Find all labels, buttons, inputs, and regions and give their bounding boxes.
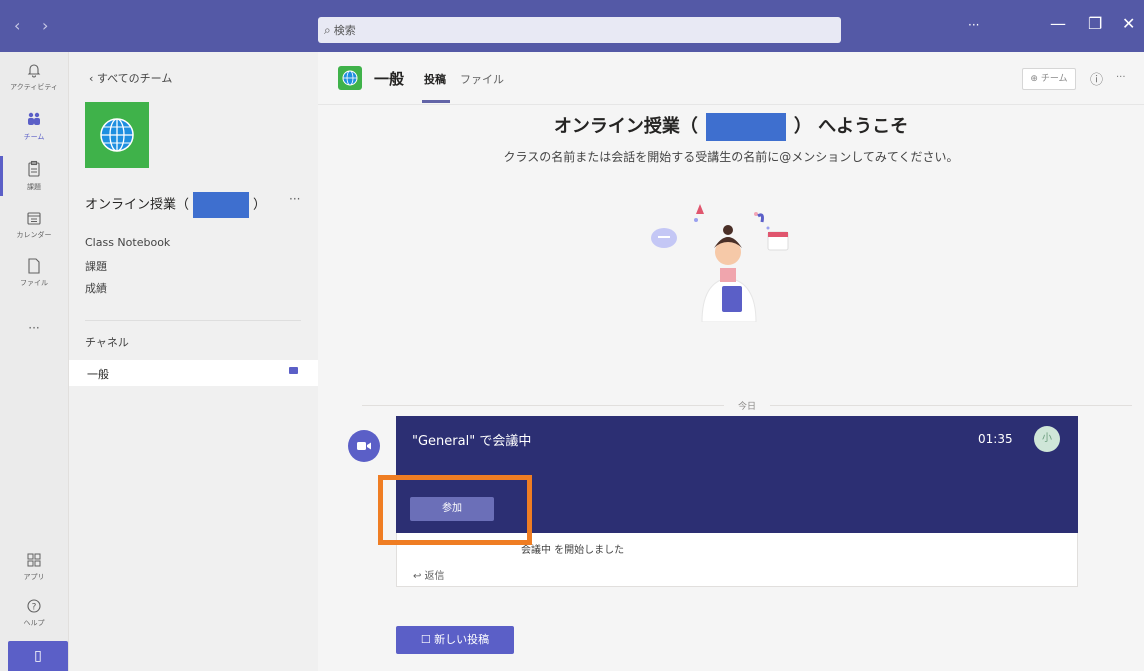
maximize-icon[interactable]: ❐ — [1088, 14, 1102, 33]
tab-posts[interactable]: 投稿 — [424, 71, 446, 87]
date-separator: 今日 — [362, 398, 1132, 412]
assignments-link[interactable]: 課題 — [85, 258, 107, 274]
more-options-icon[interactable]: ··· — [968, 18, 979, 32]
main-content: 一般 投稿 ファイル ⊕ チーム ⓘ ··· オンライン授業（ ） へようこそ ク… — [318, 52, 1144, 671]
team-name[interactable]: オンライン授業（ ） — [85, 192, 266, 218]
all-teams-link[interactable]: ‹ すべてのチーム — [89, 70, 172, 86]
redacted-block — [193, 192, 250, 218]
divider — [85, 320, 301, 321]
close-icon[interactable]: ✕ — [1122, 14, 1135, 33]
rail-item-activity[interactable]: アクティビティ — [0, 62, 68, 92]
rail-label-calendar: カレンダー — [16, 231, 52, 239]
reply-link[interactable]: ↩ 返信 — [413, 567, 445, 582]
info-icon[interactable]: ⓘ — [1090, 69, 1103, 88]
team-button[interactable]: ⊕ チーム — [1022, 68, 1076, 90]
video-camera-icon — [357, 442, 371, 450]
channels-section-label: チャネル — [85, 336, 129, 349]
download-app-button[interactable]: ▯ — [8, 641, 68, 671]
search-icon: ⌕ — [324, 23, 331, 37]
team-name-suffix: ） — [253, 197, 267, 213]
team-name-prefix: オンライン授業（ — [85, 197, 190, 213]
app-rail: アクティビティ チーム 課題 カレンダー ファイル ··· アプリ ? ヘルプ … — [0, 52, 69, 671]
rail-label-activity: アクティビティ — [10, 83, 58, 91]
team-avatar — [85, 102, 149, 168]
meeting-title: "General" で会議中 — [412, 434, 532, 449]
meeting-timer: 01:35 — [978, 432, 1013, 446]
channel-name: 一般 — [87, 368, 109, 381]
title-bar: ‹ › ⌕ 検索 ··· — ❐ ✕ — [0, 0, 1144, 52]
team-more-options-icon[interactable]: ··· — [289, 192, 300, 206]
tab-files[interactable]: ファイル — [460, 71, 504, 87]
welcome-title-prefix: オンライン授業（ — [553, 116, 698, 137]
participant-avatar[interactable]: 小 — [1034, 426, 1060, 452]
team-button-label: チーム — [1040, 74, 1068, 84]
channel-more-options-icon[interactable]: ··· — [1116, 72, 1126, 83]
rail-item-calendar[interactable]: カレンダー — [0, 210, 68, 240]
calendar-icon — [0, 210, 68, 231]
rail-label-assignments: 課題 — [27, 183, 41, 191]
svg-text:?: ? — [32, 603, 37, 613]
highlight-box — [378, 475, 532, 545]
rail-item-help[interactable]: ? ヘルプ — [0, 598, 68, 628]
files-icon — [0, 258, 68, 279]
compose-icon: ☐ — [420, 633, 435, 646]
redacted-block — [705, 113, 786, 141]
channel-title: 一般 — [374, 70, 405, 88]
rail-item-apps[interactable]: アプリ — [0, 552, 68, 582]
rail-item-teams[interactable]: チーム — [0, 110, 68, 142]
rail-label-files: ファイル — [20, 279, 48, 287]
new-post-label: 新しい投稿 — [434, 633, 490, 646]
welcome-subtitle: クラスの名前または会話を開始する受講生の名前に@メンションしてみてください。 — [503, 150, 959, 164]
back-arrow-icon[interactable]: ‹ — [14, 16, 20, 35]
grades-link[interactable]: 成績 — [85, 280, 107, 296]
bell-icon — [0, 62, 68, 83]
new-post-button[interactable]: ☐ 新しい投稿 — [396, 626, 514, 654]
more-icon: ··· — [28, 321, 40, 335]
minimize-icon[interactable]: — — [1050, 14, 1066, 33]
forward-arrow-icon[interactable]: › — [42, 16, 48, 35]
meeting-camera-icon — [289, 367, 298, 374]
team-panel: ‹ すべてのチーム オンライン授業（ ） ··· Class Notebook 課… — [69, 52, 318, 671]
welcome-title: オンライン授業（ ） へようこそ — [318, 112, 1144, 141]
search-input[interactable]: ⌕ 検索 — [318, 17, 841, 43]
rail-item-assignments[interactable]: 課題 — [0, 160, 68, 192]
teams-icon — [0, 110, 68, 133]
rail-label-teams: チーム — [23, 133, 45, 141]
rail-item-more[interactable]: ··· — [0, 318, 68, 338]
globe-icon — [100, 118, 134, 152]
meeting-started-text: 会議中 を開始しました — [521, 545, 625, 556]
rail-label-apps: アプリ — [23, 573, 45, 581]
search-placeholder: 検索 — [333, 24, 356, 37]
channel-globe-icon — [338, 66, 362, 90]
welcome-illustration — [651, 204, 789, 322]
channel-header: 一般 投稿 ファイル ⊕ チーム ⓘ ··· — [318, 52, 1144, 105]
team-button-icon: ⊕ — [1030, 74, 1041, 84]
assignments-icon — [0, 160, 68, 183]
rail-item-files[interactable]: ファイル — [0, 258, 68, 288]
apps-icon — [0, 552, 68, 573]
class-notebook-link[interactable]: Class Notebook — [85, 236, 170, 249]
active-tab-indicator — [422, 100, 450, 103]
help-icon: ? — [0, 598, 68, 619]
rail-label-help: ヘルプ — [23, 619, 45, 627]
welcome-title-suffix: ） へようこそ — [793, 116, 909, 137]
meeting-avatar — [348, 430, 380, 462]
date-label: 今日 — [737, 402, 756, 412]
channel-item-general[interactable]: 一般 — [69, 360, 318, 386]
